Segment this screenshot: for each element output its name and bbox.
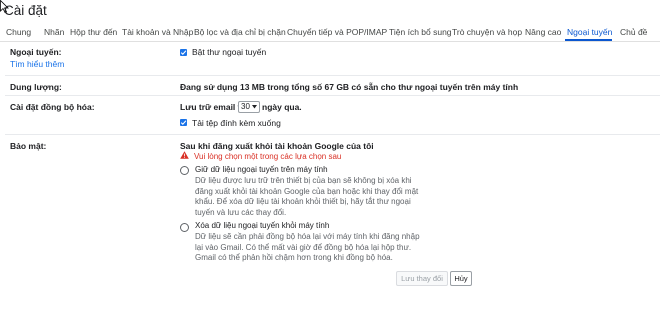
active-tab-indicator [565, 39, 612, 41]
description-line: khẩu. Để xóa dữ liệu tài khoản khỏi thiế… [195, 197, 411, 207]
enable-offline-label: Bật thư ngoại tuyến [192, 47, 267, 57]
tab-themes[interactable]: Chủ đề [620, 27, 647, 37]
title-bar: Cài đặt [0, 0, 120, 20]
learn-more-link[interactable]: Tìm hiểu thêm [10, 59, 64, 69]
settings-tabs: Chung Nhãn Hộp thư đến Tài khoản và Nhập… [0, 24, 660, 42]
sync-suffix-text: ngày qua. [262, 102, 302, 112]
remove-offline-data-radio[interactable] [180, 223, 189, 232]
page-title: Cài đặt [4, 3, 47, 18]
divider [5, 75, 660, 76]
checkmark-icon [180, 120, 187, 125]
tab-general[interactable]: Chung [6, 27, 31, 37]
sync-days-select[interactable]: 30 [238, 101, 260, 113]
tab-chat-meet[interactable]: Trò chuyện và họp [452, 27, 522, 37]
chevron-down-icon [252, 105, 257, 109]
offline-label: Ngoại tuyến: [10, 47, 62, 57]
tab-offline[interactable]: Ngoại tuyến [567, 27, 612, 37]
tab-forwarding-pop-imap[interactable]: Chuyển tiếp và POP/IMAP [287, 27, 387, 37]
tab-inbox[interactable]: Hộp thư đến [70, 27, 117, 37]
download-attachments-checkbox[interactable] [180, 119, 187, 126]
tab-advanced[interactable]: Nâng cao [525, 27, 561, 37]
storage-label: Dung lượng: [10, 82, 62, 92]
security-label: Bảo mật: [10, 141, 47, 151]
tab-addons[interactable]: Tiện ích bổ sung [389, 27, 452, 37]
sync-prefix-text: Lưu trữ email từ [180, 102, 247, 112]
security-heading: Sau khi đăng xuất khỏi tài khoản Google … [180, 141, 374, 151]
tab-labels[interactable]: Nhãn [44, 27, 64, 37]
security-warning-text: Vui lòng chọn một trong các lựa chọn sau [194, 152, 342, 161]
sync-days-value: 30 [241, 102, 250, 111]
tab-accounts-import[interactable]: Tài khoản và Nhập [122, 27, 193, 37]
storage-usage-text: Đang sử dụng 13 MB trong tổng số 67 GB c… [180, 82, 519, 92]
divider [5, 95, 660, 96]
description-line: đăng xuất khỏi tài khoản Google của bạn … [195, 186, 419, 196]
save-changes-button[interactable]: Lưu thay đổi [396, 271, 448, 286]
checkmark-icon [180, 50, 187, 55]
enable-offline-checkbox[interactable] [180, 49, 187, 56]
keep-offline-data-title: Giữ dữ liệu ngoại tuyến trên máy tính [195, 165, 328, 174]
description-line: Dữ liệu được lưu trữ trên thiết bị của b… [195, 176, 412, 185]
tab-filters-blocked[interactable]: Bộ lọc và địa chỉ bị chặn [194, 27, 286, 37]
description-line: Gmail có thể phản hồi chậm hơn trong khi… [195, 253, 393, 263]
download-attachments-label: Tải tệp đính kèm xuống [192, 118, 281, 128]
divider [5, 134, 660, 135]
remove-offline-data-title: Xóa dữ liệu ngoại tuyến khỏi máy tính [195, 221, 330, 230]
keep-offline-data-radio[interactable] [180, 166, 189, 175]
cancel-button[interactable]: Hủy [450, 271, 472, 286]
remove-offline-data-description: Dữ liệu sẽ cần phải đồng bộ hóa lại với … [195, 232, 420, 264]
description-line: Dữ liệu sẽ cần phải đồng bộ hóa lại với … [195, 232, 420, 241]
description-line: tuyến và lưu các thay đổi. [195, 207, 287, 217]
description-line: lại vào Gmail. Có thể mất vài giờ để đồn… [195, 242, 412, 252]
keep-offline-data-description: Dữ liệu được lưu trữ trên thiết bị của b… [195, 176, 420, 218]
sync-settings-label: Cài đặt đồng bộ hóa: [10, 102, 95, 112]
warning-icon [180, 151, 189, 159]
